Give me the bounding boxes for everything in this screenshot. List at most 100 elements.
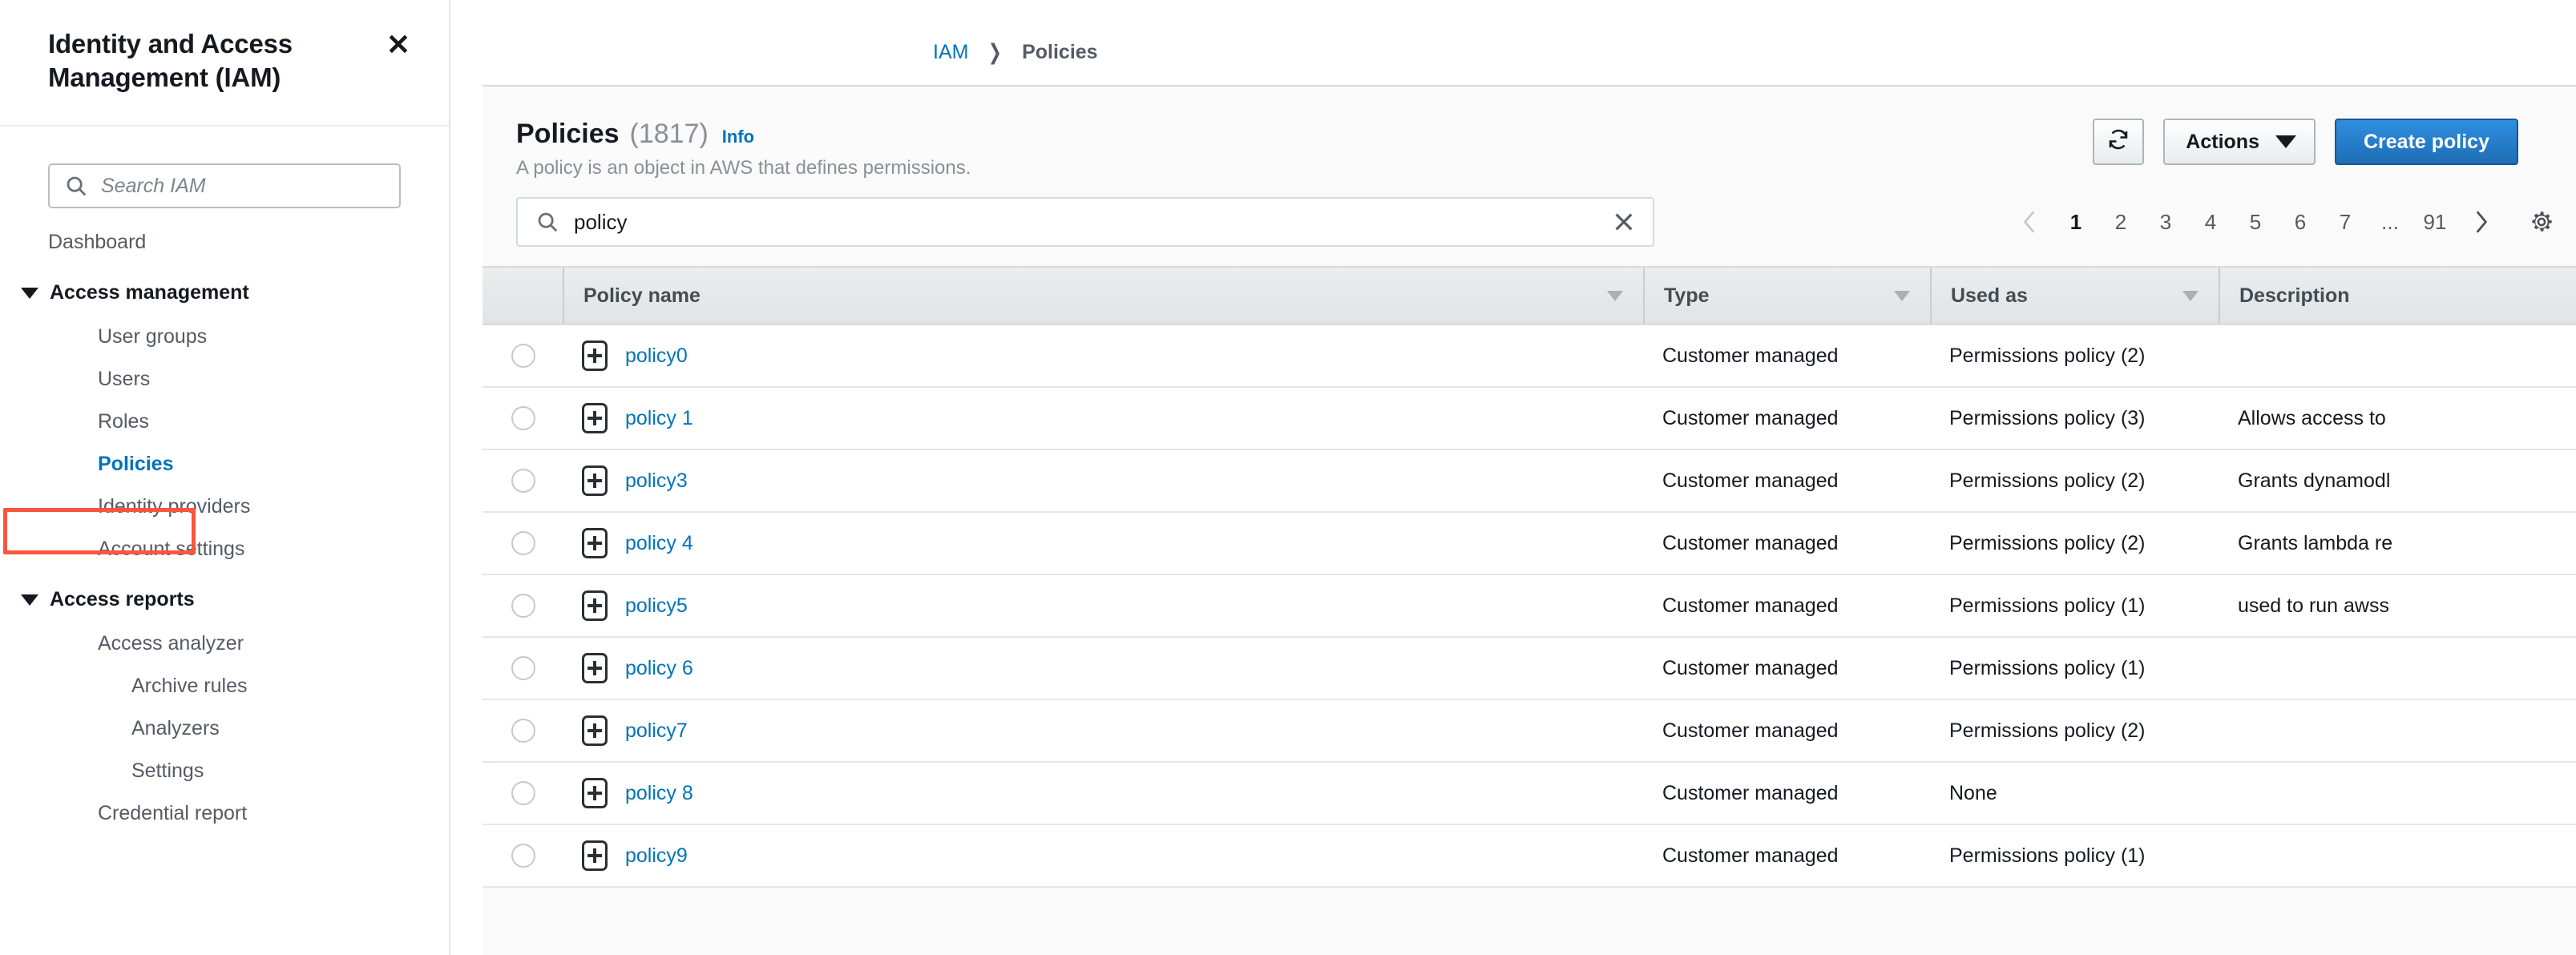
policy-search-input[interactable] xyxy=(561,209,1601,235)
row-radio[interactable] xyxy=(511,844,535,868)
table-row[interactable]: policy 6 Customer managed Permissions poli… xyxy=(482,638,2576,700)
table-row[interactable]: policy7 Customer managed Permissions polic… xyxy=(482,700,2576,763)
sort-icon[interactable] xyxy=(1605,289,1625,303)
breadcrumb: IAM ❯ Policies xyxy=(450,0,1098,65)
sidebar-item-analyzers[interactable]: Analyzers xyxy=(83,707,449,750)
pagination-prev[interactable] xyxy=(2007,199,2053,244)
row-select-cell xyxy=(482,719,563,743)
expand-row-icon[interactable] xyxy=(582,840,608,871)
policy-name-cell: policy7 xyxy=(563,715,1643,746)
actions-button[interactable]: Actions xyxy=(2163,119,2316,165)
sidebar-group-access-management[interactable]: Access management xyxy=(0,264,449,316)
policy-type-cell: Customer managed xyxy=(1662,594,1839,617)
expand-row-icon[interactable] xyxy=(582,715,608,746)
policy-name-cell: policy 8 xyxy=(563,778,1643,808)
policy-used-as-cell: Permissions policy (2) xyxy=(1949,719,2146,742)
policy-name-link[interactable]: policy7 xyxy=(625,719,688,743)
main-content: IAM ❯ Policies Policies (1817) Info A po… xyxy=(450,0,2576,955)
row-radio[interactable] xyxy=(511,531,535,555)
policy-name-link[interactable]: policy 4 xyxy=(625,532,693,555)
breadcrumb-current: Policies xyxy=(1022,41,1098,63)
column-header-description[interactable]: Description xyxy=(2219,268,2576,324)
expand-row-icon[interactable] xyxy=(582,778,608,808)
expand-row-icon[interactable] xyxy=(582,465,608,496)
policy-name-link[interactable]: policy 8 xyxy=(625,782,693,805)
close-icon[interactable]: ✕ xyxy=(386,30,410,59)
sidebar-item-account-settings[interactable]: Account settings xyxy=(50,528,449,570)
sidebar-item-access-analyzer[interactable]: Access analyzer xyxy=(50,623,449,665)
sort-icon[interactable] xyxy=(1892,289,1912,303)
table-row[interactable]: policy0 Customer managed Permissions polic… xyxy=(482,325,2576,388)
sidebar-item-roles[interactable]: Roles xyxy=(50,401,449,443)
expand-row-icon[interactable] xyxy=(582,403,608,433)
create-policy-button[interactable]: Create policy xyxy=(2334,119,2518,165)
pagination-page-91[interactable]: 91 xyxy=(2412,199,2457,244)
policy-name-link[interactable]: policy 6 xyxy=(625,657,693,680)
sidebar-item-credential-report[interactable]: Credential report xyxy=(50,792,449,835)
table-row[interactable]: policy 1 Customer managed Permissions poli… xyxy=(482,388,2576,450)
expand-row-icon[interactable] xyxy=(582,528,608,558)
policy-name-cell: policy 6 xyxy=(563,653,1643,683)
policy-name-link[interactable]: policy9 xyxy=(625,844,688,868)
policy-name-link[interactable]: policy5 xyxy=(625,594,688,618)
row-radio[interactable] xyxy=(511,406,535,430)
row-radio[interactable] xyxy=(511,469,535,493)
policy-name-link[interactable]: policy 1 xyxy=(625,407,693,430)
column-label: Description xyxy=(2239,284,2350,307)
sidebar-item-users[interactable]: Users xyxy=(50,358,449,401)
table-row[interactable]: policy9 Customer managed Permissions polic… xyxy=(482,825,2576,888)
row-radio[interactable] xyxy=(511,719,535,743)
row-radio[interactable] xyxy=(511,781,535,805)
sidebar-item-identity-providers[interactable]: Identity providers xyxy=(50,486,449,528)
policy-search[interactable] xyxy=(516,197,1654,247)
sidebar-item-policies[interactable]: Policies xyxy=(50,443,449,486)
table-row[interactable]: policy5 Customer managed Permissions polic… xyxy=(482,575,2576,638)
search-icon xyxy=(535,210,561,234)
sidebar-group-access-reports[interactable]: Access reports xyxy=(0,570,449,623)
sidebar-item-user-groups[interactable]: User groups xyxy=(50,316,449,358)
sidebar-search-input[interactable] xyxy=(91,174,385,198)
policy-count: (1817) xyxy=(629,119,709,149)
policy-used-as-cell: Permissions policy (1) xyxy=(1949,844,2146,867)
sidebar-search[interactable] xyxy=(48,163,401,208)
sidebar-item-archive-rules[interactable]: Archive rules xyxy=(83,665,449,707)
policy-name-link[interactable]: policy0 xyxy=(625,345,688,368)
table-row[interactable]: policy 8 Customer managed None xyxy=(482,763,2576,825)
chevron-down-icon xyxy=(2275,135,2296,148)
pagination-page-7[interactable]: 7 xyxy=(2323,199,2368,244)
row-radio[interactable] xyxy=(511,656,535,680)
breadcrumb-link-iam[interactable]: IAM xyxy=(933,41,968,64)
policy-used-as-cell: Permissions policy (2) xyxy=(1949,469,2146,492)
row-radio[interactable] xyxy=(511,594,535,618)
table-row[interactable]: policy3 Customer managed Permissions polic… xyxy=(482,450,2576,513)
pagination-page-3[interactable]: 3 xyxy=(2143,199,2188,244)
pagination-page-4[interactable]: 4 xyxy=(2188,199,2233,244)
policy-used-as-cell: Permissions policy (2) xyxy=(1949,344,2146,367)
column-header-type[interactable]: Type xyxy=(1643,268,1930,324)
table-row[interactable]: policy 4 Customer managed Permissions poli… xyxy=(482,513,2576,575)
sidebar-item-settings[interactable]: Settings xyxy=(83,750,449,792)
expand-row-icon[interactable] xyxy=(582,653,608,683)
pagination-next[interactable] xyxy=(2457,199,2504,244)
row-radio[interactable] xyxy=(511,344,535,368)
policies-panel: Policies (1817) Info A policy is an obje… xyxy=(482,85,2576,955)
sidebar-item-dashboard[interactable]: Dashboard xyxy=(0,221,449,264)
refresh-icon xyxy=(2106,127,2130,157)
pagination-page-1[interactable]: 1 xyxy=(2053,199,2098,244)
expand-row-icon[interactable] xyxy=(582,590,608,621)
clear-search-icon[interactable] xyxy=(1601,209,1637,235)
column-header-used-as[interactable]: Used as xyxy=(1930,268,2219,324)
pagination-page-5[interactable]: 5 xyxy=(2233,199,2278,244)
sort-icon[interactable] xyxy=(2180,289,2201,303)
table-settings-button[interactable] xyxy=(2528,208,2555,236)
chevron-down-icon xyxy=(21,287,38,299)
pagination-page-2[interactable]: 2 xyxy=(2098,199,2143,244)
table-toolbar: 1 2 3 4 5 6 7 ... 91 xyxy=(482,179,2576,266)
policy-type-cell: Customer managed xyxy=(1662,844,1839,867)
column-header-policy-name[interactable]: Policy name xyxy=(563,268,1643,324)
info-link[interactable]: Info xyxy=(722,127,754,147)
policy-name-link[interactable]: policy3 xyxy=(625,469,688,493)
pagination-page-6[interactable]: 6 xyxy=(2278,199,2323,244)
expand-row-icon[interactable] xyxy=(582,340,608,371)
refresh-button[interactable] xyxy=(2093,119,2145,165)
